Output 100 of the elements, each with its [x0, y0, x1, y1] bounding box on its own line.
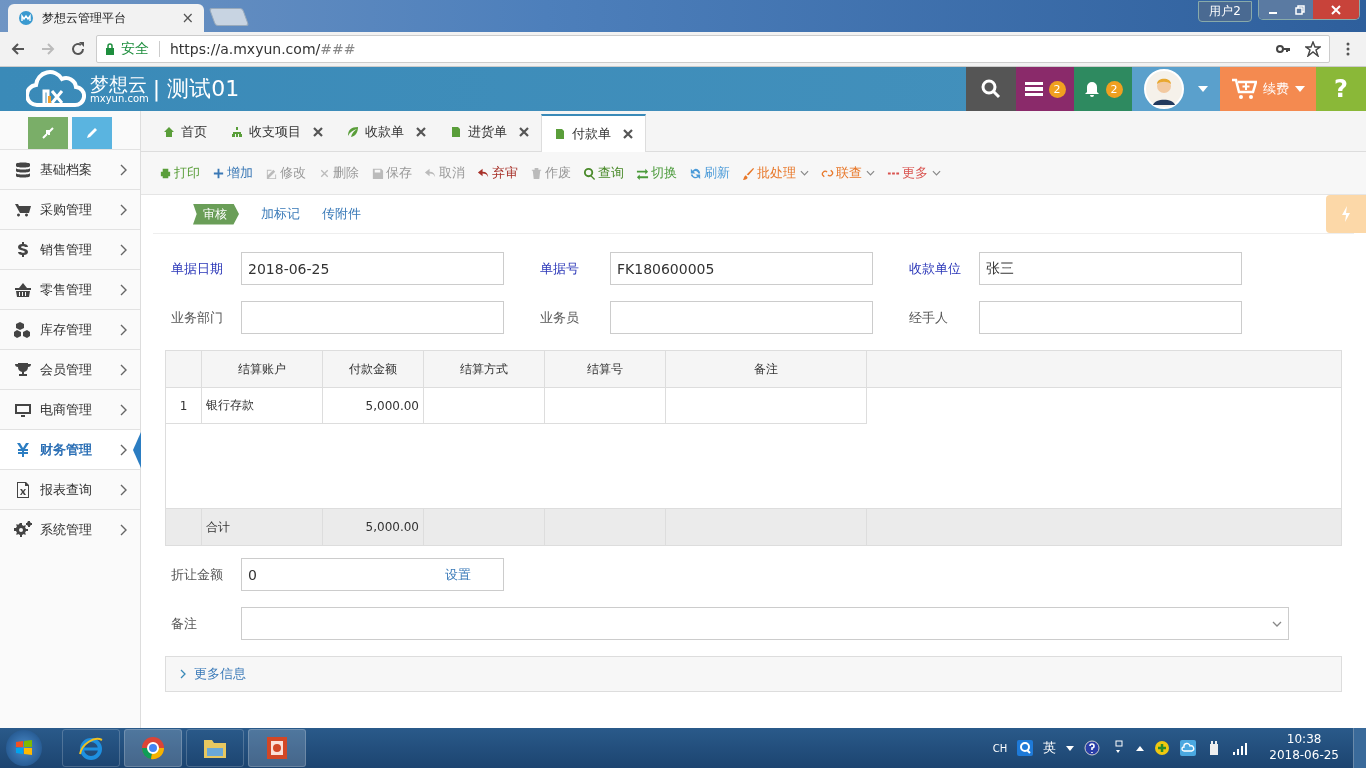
toolbar-button[interactable]: 弃审	[471, 164, 524, 182]
discount-field[interactable]: 0 设置	[241, 558, 504, 591]
user-menu-button[interactable]	[1132, 67, 1220, 111]
plus-circle-icon[interactable]	[1154, 740, 1171, 756]
home-icon	[163, 126, 175, 138]
taskbar-button[interactable]	[186, 729, 244, 767]
close-icon[interactable]	[416, 127, 426, 137]
chevron-right-icon	[120, 363, 128, 376]
row-number: 1	[166, 388, 202, 424]
clock-date[interactable]: 2018-06-25	[1269, 748, 1339, 764]
table-cell: 银行存款	[202, 388, 323, 424]
close-icon[interactable]	[623, 129, 633, 139]
boxes-icon	[14, 320, 32, 339]
yen-icon	[14, 440, 32, 459]
sidebar-item[interactable]: 财务管理	[0, 429, 140, 469]
restore-button[interactable]	[1286, 0, 1313, 19]
column-header: 付款金额	[323, 351, 424, 387]
close-icon[interactable]	[313, 127, 323, 137]
page-tab[interactable]: 收支项目	[219, 113, 335, 151]
chevron-right-icon	[120, 443, 128, 456]
chrome-icon	[139, 734, 167, 762]
close-button[interactable]	[1313, 0, 1359, 19]
cloud-sync-icon[interactable]	[1180, 740, 1197, 756]
input-field[interactable]: 2018-06-25	[241, 252, 504, 285]
chevron-right-icon	[120, 163, 128, 176]
caret-icon	[1295, 86, 1305, 92]
lock-icon	[105, 43, 115, 55]
field-label: 单据日期	[171, 259, 224, 278]
close-icon[interactable]	[519, 127, 529, 137]
chevron-right-icon	[120, 403, 128, 416]
cart-plus-icon	[1231, 78, 1257, 100]
total-label: 合计	[202, 509, 323, 545]
search-icon	[583, 166, 596, 180]
clock-time[interactable]: 10:38	[1286, 732, 1322, 748]
toolbar-button[interactable]: 查询	[577, 164, 630, 182]
logo-domain: mxyun.com	[90, 93, 149, 104]
show-hidden-icons-icon[interactable]	[1136, 745, 1145, 751]
input-method-icon[interactable]	[1017, 740, 1034, 756]
chevron-right-icon	[120, 203, 128, 216]
signal-icon[interactable]	[1232, 740, 1249, 756]
input-field[interactable]	[610, 301, 873, 334]
chevron-right-icon	[120, 523, 128, 536]
table-cell: 5,000.00	[323, 388, 424, 424]
input-field[interactable]	[241, 301, 504, 334]
page-tab[interactable]: 进货单	[438, 113, 541, 151]
chevron-right-icon	[120, 323, 128, 336]
input-field[interactable]	[979, 301, 1242, 334]
chevron-right-icon	[120, 243, 128, 256]
user-profile-button[interactable]: 用户2	[1198, 1, 1252, 22]
column-header: 备注	[666, 351, 867, 387]
field-label: 业务员	[540, 308, 580, 327]
more-info-toggle[interactable]: 更多信息	[165, 656, 1342, 692]
caret-icon	[1198, 86, 1208, 92]
total-amount: 5,000.00	[323, 509, 424, 545]
field-label: 收款单位	[909, 259, 962, 278]
company-name: | 测试01	[152, 75, 240, 104]
taskbar-button[interactable]	[62, 729, 120, 767]
bell-icon	[1083, 81, 1100, 97]
page-tab[interactable]: 付款单	[541, 114, 646, 152]
sitemap-icon	[231, 126, 243, 138]
toolbar-button[interactable]: 增加	[206, 164, 259, 182]
notification-count-badge: 2	[1105, 80, 1123, 98]
chevron-down-icon	[1272, 620, 1282, 627]
database-icon	[14, 160, 32, 179]
toolbar-button[interactable]: 切换	[630, 164, 683, 182]
chevron-right-icon	[180, 669, 186, 679]
search-button[interactable]	[966, 67, 1016, 111]
tab-close-button[interactable]: ×	[181, 9, 194, 27]
start-button[interactable]	[6, 730, 42, 766]
url-text: https://a.mxyun.com/	[170, 41, 321, 57]
gears-icon	[14, 520, 32, 539]
browser-tab[interactable]: 梦想云管理平台 ×	[8, 4, 204, 32]
input-field[interactable]: 张三	[979, 252, 1242, 285]
document-icon	[554, 128, 566, 140]
page-tab[interactable]: 收款单	[335, 113, 438, 151]
minimize-icon	[1268, 11, 1277, 14]
caret-icon[interactable]	[1066, 745, 1075, 751]
bookmark-star-icon[interactable]	[1305, 41, 1321, 57]
settings-link[interactable]: 设置	[445, 565, 497, 584]
minimize-button[interactable]	[1259, 0, 1286, 19]
action-link[interactable]: 传附件	[322, 205, 361, 223]
page-tab[interactable]: 首页	[151, 113, 219, 151]
site-favicon-icon	[18, 10, 34, 26]
taskbar-button[interactable]	[124, 729, 182, 767]
document-icon	[450, 126, 462, 138]
refresh-icon	[689, 166, 702, 180]
avatar-icon	[1144, 69, 1184, 109]
toolbar-button[interactable]: 更多	[881, 164, 947, 182]
action-link[interactable]: 加标记	[261, 205, 300, 223]
trash-icon	[530, 166, 543, 180]
input-mode-indicator[interactable]: 英	[1043, 739, 1057, 757]
field-label: 业务部门	[171, 308, 224, 327]
close-icon	[1330, 3, 1342, 16]
address-bar[interactable]: 安全 https://a.mxyun.com/###	[96, 35, 1330, 63]
help-circle-icon[interactable]	[1084, 740, 1101, 756]
language-indicator[interactable]: CH	[992, 742, 1008, 754]
input-field[interactable]: FK180600005	[610, 252, 873, 285]
brush-icon	[742, 166, 755, 180]
taskbar-button[interactable]	[248, 729, 306, 767]
field-label: 单据号	[540, 259, 580, 278]
